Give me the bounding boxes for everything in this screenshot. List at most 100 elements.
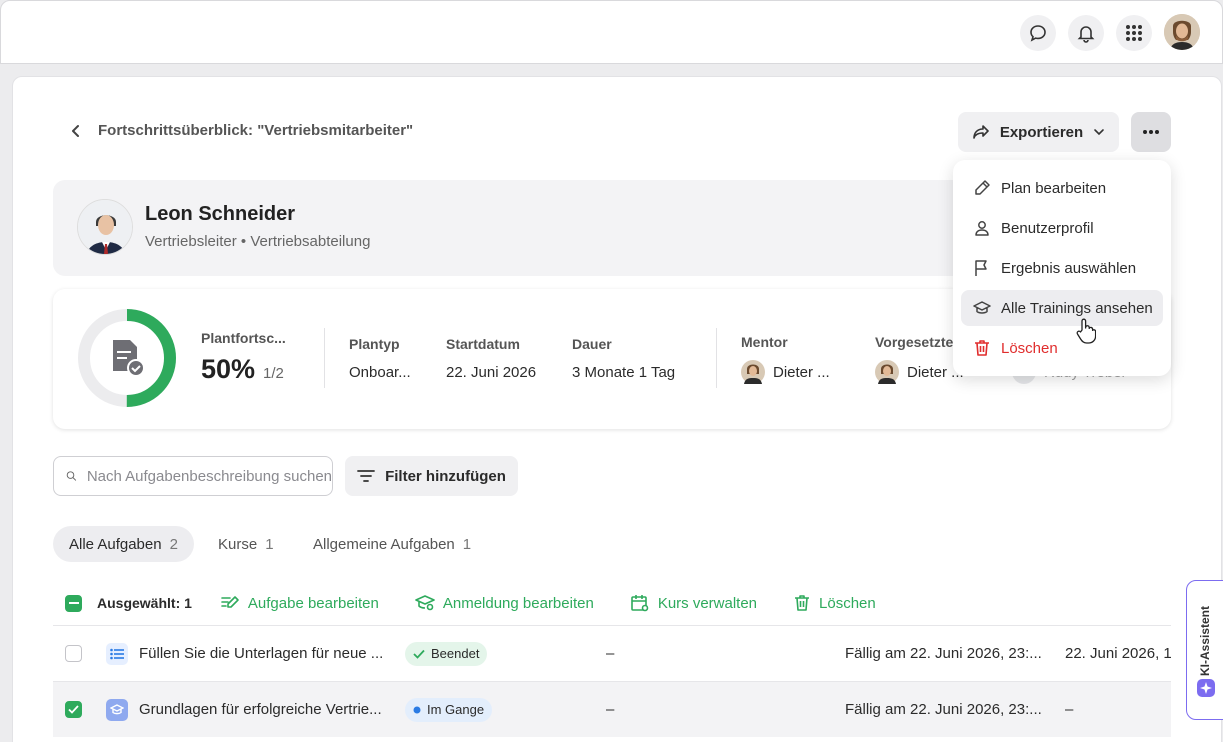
plan-type-value: Onboar... (349, 364, 411, 381)
task-completed-date: 22. Juni 2026, 1 (1065, 645, 1171, 662)
delete-selected-button[interactable]: Löschen (793, 594, 876, 612)
bulk-action-bar: Ausgewählt: 1 Aufgabe bearbeiten Anmeldu… (65, 590, 912, 616)
search-input[interactable]: Nach Aufgabenbeschreibung suchen (87, 468, 332, 485)
supervisor-avatar (875, 360, 899, 384)
filter-label: Filter hinzufügen (385, 467, 506, 485)
status-dot-icon (413, 706, 421, 713)
user-icon (975, 221, 989, 236)
bell-icon[interactable] (1068, 15, 1104, 51)
menu-item-choose-result[interactable]: Ergebnis auswählen (961, 250, 1163, 286)
start-date-value: 22. Juni 2026 (446, 364, 537, 381)
profile-name: Leon Schneider (145, 203, 296, 225)
row-checkbox[interactable] (65, 645, 82, 662)
graduation-cap-icon (973, 301, 991, 314)
chat-icon[interactable] (1020, 15, 1056, 51)
page-title: Fortschrittsüberblick: "Vertriebsmitarbe… (98, 122, 414, 139)
tab-count: 1 (265, 535, 274, 553)
hand-cursor-icon (1076, 318, 1097, 349)
edit-enrollment-button[interactable]: Anmeldung bearbeiten (415, 594, 594, 612)
menu-item-user-profile[interactable]: Benutzerprofil (961, 210, 1163, 246)
progress-percent: 50% (201, 354, 256, 384)
select-all-checkbox[interactable] (65, 594, 82, 612)
profile-department: Vertriebsabteilung (250, 233, 371, 250)
edit-task-label: Aufgabe bearbeiten (247, 594, 379, 612)
task-list-icon (106, 642, 128, 665)
tab-general-tasks[interactable]: Allgemeine Aufgaben 1 (297, 526, 487, 562)
graduation-gear-icon (415, 595, 435, 611)
task-title: Grundlagen für erfolgreiche Vertrie... (139, 701, 382, 718)
document-check-icon (113, 340, 145, 377)
search-field[interactable]: Nach Aufgabenbeschreibung suchen (53, 456, 333, 496)
stats-divider (716, 328, 717, 388)
menu-item-label: Plan bearbeiten (1001, 179, 1107, 197)
top-bar (0, 0, 1223, 64)
menu-item-delete[interactable]: Löschen (961, 330, 1163, 366)
edit-list-icon (221, 596, 239, 608)
ai-assistant-label: KI-Assistent (1198, 605, 1212, 677)
supervisor-chip[interactable]: Dieter ... (875, 360, 964, 384)
plan-type-label: Plantyp (349, 336, 400, 352)
apps-grid-icon[interactable] (1116, 15, 1152, 51)
mentor-chip[interactable]: Dieter ... (741, 360, 830, 384)
profile-subtitle: Vertriebsleiter • Vertriebsabteilung (145, 233, 370, 250)
tab-label: Allgemeine Aufgaben (313, 535, 455, 553)
more-options-button[interactable] (1131, 112, 1171, 152)
export-label: Exportieren (999, 123, 1084, 141)
menu-item-label: Löschen (1001, 339, 1058, 357)
share-icon (973, 125, 989, 139)
delete-selected-label: Löschen (819, 594, 876, 612)
task-title: Füllen Sie die Unterlagen für neue ... (139, 645, 384, 662)
check-icon (413, 649, 425, 659)
tab-all-tasks[interactable]: Alle Aufgaben 2 (53, 526, 194, 562)
manage-course-label: Kurs verwalten (657, 594, 758, 612)
mentor-label: Mentor (741, 334, 788, 350)
search-icon (66, 471, 77, 481)
task-due-date: Fällig am 22. Juni 2026, 23:... (845, 645, 1042, 662)
progress-ring (77, 308, 177, 408)
progress-fraction: 1/2 (263, 365, 284, 382)
start-date-label: Startdatum (446, 336, 520, 352)
add-filter-button[interactable]: Filter hinzufügen (345, 456, 518, 496)
mentor-name: Dieter ... (773, 363, 830, 381)
trash-icon (795, 595, 810, 611)
mentor-avatar (741, 360, 765, 384)
progress-label: Plantfortsc... (201, 330, 286, 346)
more-horizontal-icon (1143, 130, 1159, 134)
ai-assistant-tab[interactable]: KI-Assistent (1186, 580, 1223, 720)
task-col3: – (606, 701, 615, 718)
filter-icon (357, 470, 375, 482)
profile-role: Vertriebsleiter (145, 233, 237, 250)
edit-task-button[interactable]: Aufgabe bearbeiten (220, 594, 379, 612)
more-options-menu: Plan bearbeiten Benutzerprofil Ergebnis … (953, 160, 1171, 376)
tab-label: Alle Aufgaben (69, 535, 162, 553)
menu-item-edit-plan[interactable]: Plan bearbeiten (961, 170, 1163, 206)
tab-courses[interactable]: Kurse 1 (202, 526, 290, 562)
chevron-left-icon[interactable] (68, 123, 84, 139)
calendar-gear-icon (631, 595, 649, 612)
breadcrumb[interactable]: Fortschrittsüberblick: "Vertriebsmitarbe… (68, 122, 413, 139)
trash-icon (975, 340, 989, 356)
menu-item-all-trainings[interactable]: Alle Trainings ansehen (961, 290, 1163, 326)
table-row[interactable]: Grundlagen für erfolgreiche Vertrie... I… (53, 681, 1171, 737)
task-col3: – (606, 645, 615, 662)
export-button[interactable]: Exportieren (958, 112, 1119, 152)
course-icon (106, 698, 128, 721)
profile-separator: • (240, 233, 247, 250)
menu-item-label: Benutzerprofil (1001, 219, 1094, 237)
tab-label: Kurse (218, 535, 258, 553)
table-row[interactable]: Füllen Sie die Unterlagen für neue ... B… (53, 625, 1171, 681)
status-badge: Beendet (405, 641, 488, 666)
user-avatar[interactable] (1164, 14, 1200, 50)
duration-value: 3 Monate 1 Tag (572, 364, 676, 381)
pencil-icon (975, 180, 990, 195)
sparkle-icon (1197, 679, 1215, 697)
tab-count: 2 (169, 535, 178, 553)
edit-enrollment-label: Anmeldung bearbeiten (442, 594, 594, 612)
selected-count: Ausgewählt: 1 (97, 595, 192, 611)
chevron-down-icon (1094, 129, 1104, 136)
manage-course-button[interactable]: Kurs verwalten (630, 594, 757, 612)
status-text: Im Gange (427, 702, 485, 717)
row-checkbox[interactable] (65, 701, 82, 718)
status-badge: Im Gange (405, 697, 493, 722)
flag-icon (975, 260, 987, 276)
